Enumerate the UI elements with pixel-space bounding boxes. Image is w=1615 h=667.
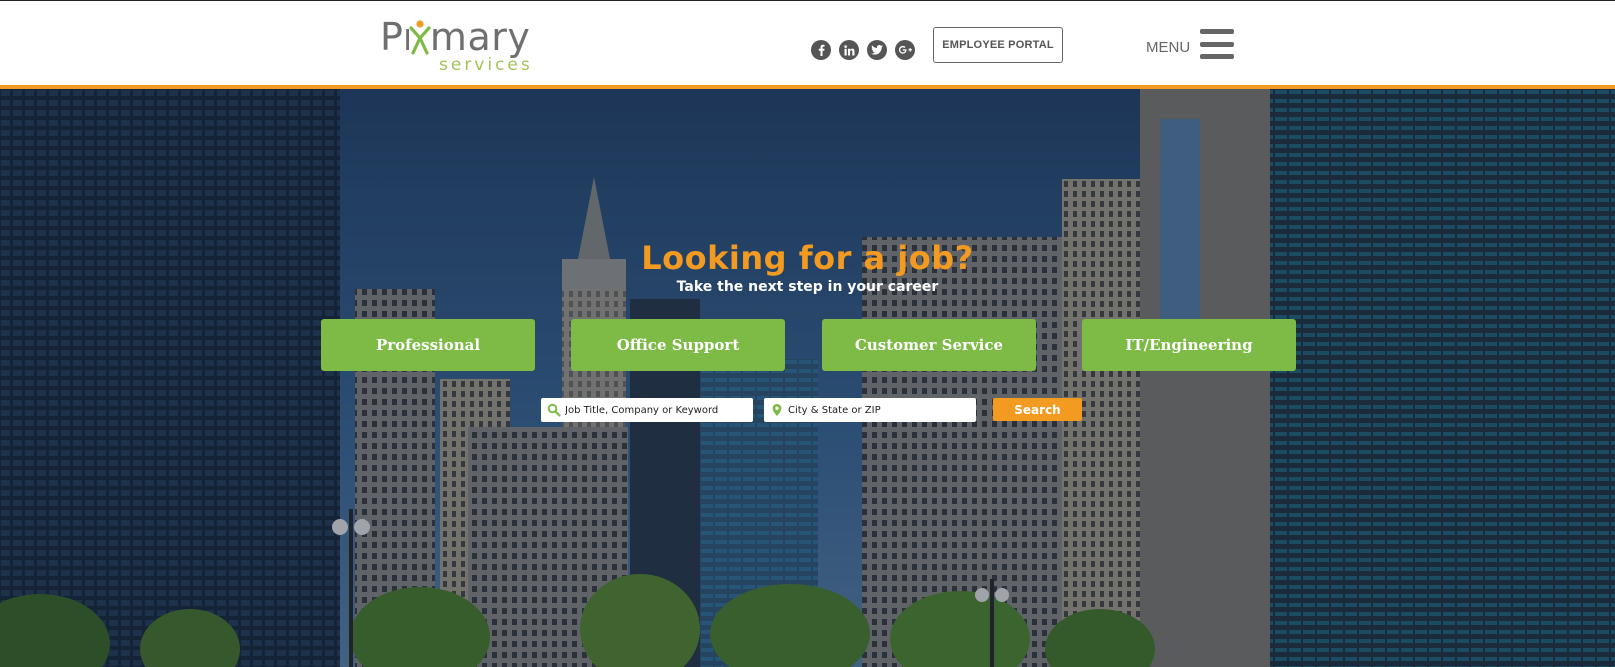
menu-label: MENU	[1146, 39, 1191, 56]
location-input[interactable]	[788, 404, 976, 416]
keyword-search-field[interactable]	[541, 398, 753, 422]
search-icon	[547, 403, 561, 417]
hero-section: Looking for a job? Take the next step in…	[0, 89, 1615, 667]
category-office-support-button[interactable]: Office Support	[571, 319, 785, 371]
category-it-engineering-button[interactable]: IT/Engineering	[1082, 319, 1296, 371]
linkedin-icon[interactable]	[839, 40, 859, 60]
hamburger-icon[interactable]	[1200, 29, 1235, 59]
menu-toggle[interactable]: MENU	[1146, 29, 1235, 59]
site-header: Primary services EMPLOYEE PORTAL MENU	[0, 0, 1615, 89]
location-search-field[interactable]	[764, 398, 976, 422]
logo-person-icon	[409, 19, 431, 55]
hero-overlay	[0, 89, 1615, 667]
keyword-input[interactable]	[565, 404, 753, 416]
search-button[interactable]: Search	[993, 398, 1082, 421]
primary-services-logo[interactable]: Primary services	[380, 15, 545, 75]
map-pin-icon	[772, 404, 782, 416]
logo-wordmark: Primary	[380, 15, 531, 59]
social-links	[811, 40, 915, 60]
category-customer-service-button[interactable]: Customer Service	[822, 319, 1036, 371]
hero-title: Looking for a job?	[641, 239, 974, 277]
logo-tagline: services	[439, 55, 533, 75]
hero-subtitle: Take the next step in your career	[676, 279, 939, 295]
twitter-icon[interactable]	[867, 40, 887, 60]
google-plus-icon[interactable]	[895, 40, 915, 60]
category-professional-button[interactable]: Professional	[321, 319, 535, 371]
facebook-icon[interactable]	[811, 40, 831, 60]
employee-portal-button[interactable]: EMPLOYEE PORTAL	[933, 27, 1063, 63]
